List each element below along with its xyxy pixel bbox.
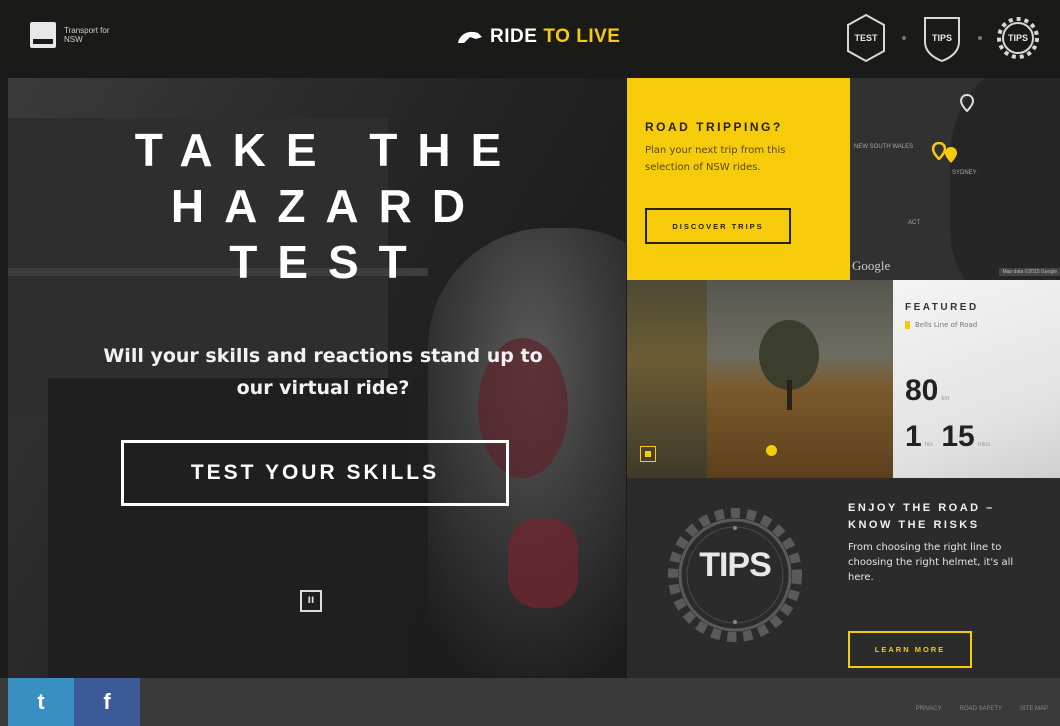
jacket-accent xyxy=(508,518,578,608)
map-region-label: NEW SOUTH WALES xyxy=(854,144,914,150)
footer-link[interactable]: SITE MAP xyxy=(1020,706,1048,712)
tips-text: From choosing the right line to choosing… xyxy=(848,542,1014,583)
duration-hours: 1 xyxy=(905,420,922,453)
nsw-waratah-icon xyxy=(30,22,56,48)
road-tripping-card: ROAD TRIPPING? Plan your next trip from … xyxy=(627,78,850,280)
test-your-skills-button[interactable]: TEST YOUR SKILLS xyxy=(121,440,509,506)
nav-test-badge[interactable]: TEST xyxy=(844,12,888,64)
map-attribution[interactable]: Map data ©2015 Google xyxy=(999,268,1060,276)
facebook-share-button[interactable]: f xyxy=(74,678,140,726)
motorcycle-helmet-icon xyxy=(458,31,482,43)
distance-value: 80 xyxy=(905,374,939,407)
featured-ride-card[interactable]: FEATURED Bells Line of Road 80 km 1 hrs 15… xyxy=(893,280,1060,478)
pause-icon: II xyxy=(307,596,315,606)
google-logo: Google xyxy=(852,258,891,273)
featured-distance: 80 km xyxy=(905,374,949,408)
nav-tips-shield-badge[interactable]: TIPS xyxy=(920,12,964,64)
gallery-icon-inner xyxy=(645,451,651,457)
facebook-icon: f xyxy=(103,689,111,714)
brand-ride: RIDE xyxy=(490,26,538,47)
nav-test-label: TEST xyxy=(854,33,878,43)
top-bar: Transport for NSW RIDE TO LIVE TEST TIPS xyxy=(0,0,1060,78)
hero-title: TAKE THE HAZARD TEST xyxy=(68,122,588,290)
nav-separator xyxy=(902,36,906,40)
trip-photo-landscape[interactable] xyxy=(707,280,893,478)
footer-link[interactable]: ROAD SAFETY xyxy=(960,706,1002,712)
minutes-unit: mins xyxy=(977,442,991,448)
hero-background-building-lower xyxy=(48,378,408,678)
trip-photo-bush[interactable] xyxy=(627,280,707,478)
hero-title-line: TAKE THE xyxy=(134,124,522,176)
nav-tips-label: TIPS xyxy=(931,33,952,43)
tips-content: ENJOY THE ROAD – KNOW THE RISKS From cho… xyxy=(848,500,1028,585)
footer-links: PRIVACY ROAD SAFETY SITE MAP xyxy=(916,706,1048,712)
hero-title-line: TEST xyxy=(229,236,427,288)
landscape-tree-trunk xyxy=(787,380,792,410)
tips-badge-word: TIPS xyxy=(699,546,772,584)
map-pin-icon[interactable] xyxy=(944,146,958,164)
nav-tips-gear-badge[interactable]: TIPS xyxy=(996,12,1040,64)
featured-duration: 1 hrs 15 mins xyxy=(905,420,990,454)
ride-to-live-logo[interactable]: RIDE TO LIVE xyxy=(456,26,620,48)
twitter-share-button[interactable]: t xyxy=(8,678,74,726)
hours-unit: hrs xyxy=(924,442,934,448)
twitter-icon: t xyxy=(37,689,45,714)
featured-road-name: Bells Line of Road xyxy=(915,321,978,329)
hero-subtitle: Will your skills and reactions stand up … xyxy=(103,345,543,399)
featured-heading: FEATURED xyxy=(905,302,979,313)
trip-map[interactable]: NEW SOUTH WALES SYDNEY ACT Google Map da… xyxy=(850,78,1060,280)
hero-title-line: HAZARD xyxy=(170,180,486,232)
video-pause-button[interactable]: II xyxy=(300,590,322,612)
road-tripping-heading: ROAD TRIPPING? xyxy=(645,120,783,134)
main-nav: TEST TIPS TIPS xyxy=(844,12,1040,64)
brand-to-live: TO LIVE xyxy=(543,26,621,47)
learn-more-button[interactable]: LEARN MORE xyxy=(848,631,972,668)
nav-separator xyxy=(978,36,982,40)
nav-tips-gear-label: TIPS xyxy=(1007,33,1028,43)
location-marker-icon xyxy=(905,321,910,329)
tips-heading: ENJOY THE ROAD – KNOW THE RISKS xyxy=(848,502,995,531)
nsw-logo[interactable]: Transport for NSW xyxy=(30,22,114,48)
gallery-icon[interactable] xyxy=(640,446,656,462)
slide-indicator-dot[interactable] xyxy=(766,445,777,456)
duration-minutes: 15 xyxy=(941,420,975,453)
distance-unit: km xyxy=(941,396,950,402)
discover-trips-button[interactable]: DISCOVER TRIPS xyxy=(645,208,791,244)
map-city-label: SYDNEY xyxy=(952,170,977,176)
map-act-label: ACT xyxy=(908,220,920,226)
road-tripping-text: Plan your next trip from this selection … xyxy=(645,145,786,173)
featured-road: Bells Line of Road xyxy=(905,321,1060,329)
footer-link[interactable]: PRIVACY xyxy=(916,706,942,712)
footer xyxy=(0,678,1060,726)
org-name: Transport for NSW xyxy=(64,26,110,44)
map-pin-icon[interactable] xyxy=(960,94,974,112)
